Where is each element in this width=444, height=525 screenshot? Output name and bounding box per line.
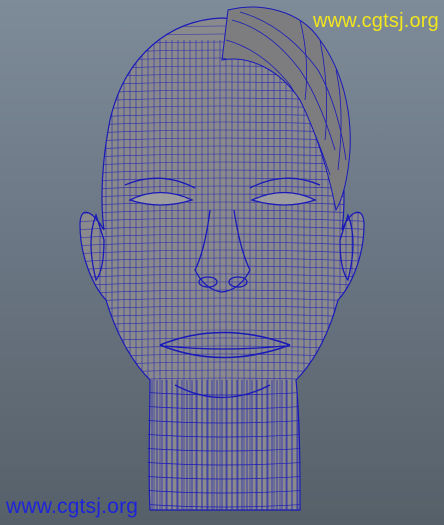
3d-viewport[interactable]: www.cgtsj.org www.cgtsj.org <box>0 0 444 525</box>
head-model[interactable] <box>0 0 444 525</box>
watermark-top-right: www.cgtsj.org <box>313 10 439 32</box>
watermark-bottom-left: www.cgtsj.org <box>6 495 139 518</box>
